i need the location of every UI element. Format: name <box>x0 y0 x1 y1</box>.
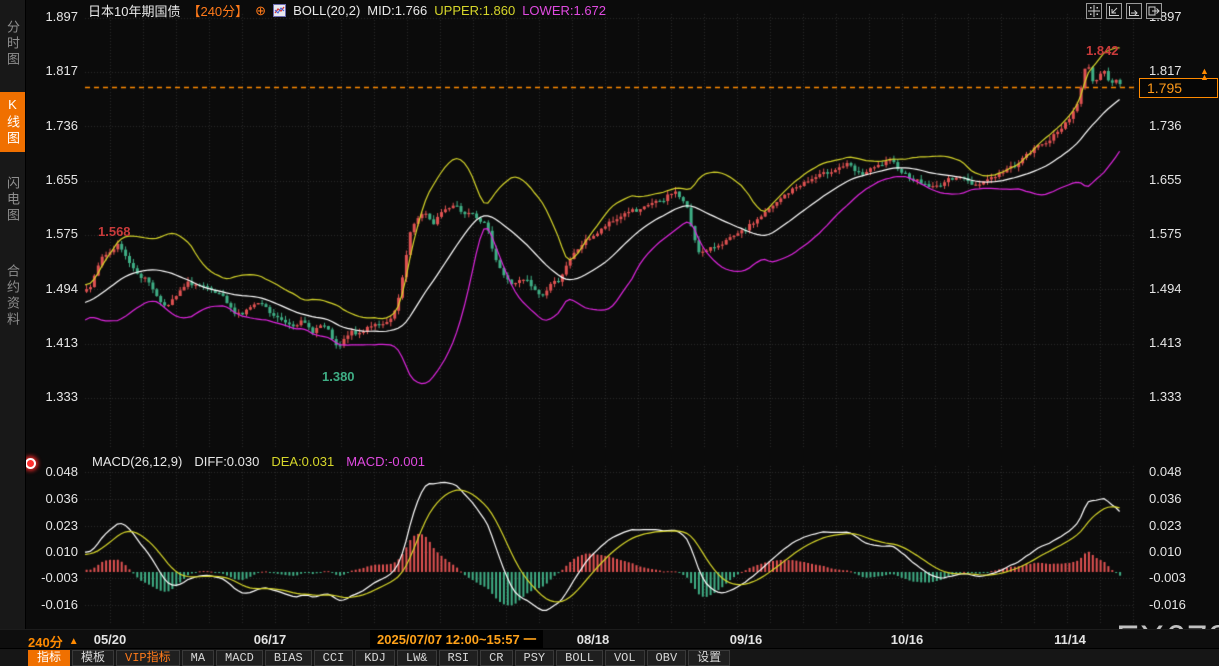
toolbar-button-settings[interactable]: 设置 <box>688 650 730 666</box>
price-tick-left: 1.736 <box>28 118 78 133</box>
date-tick: 09/16 <box>730 632 763 647</box>
toolbar-button-vip-indicators[interactable]: VIP指标 <box>116 650 180 666</box>
circle-plus-icon[interactable]: ⊕ <box>255 3 266 19</box>
date-tick: 11/14 <box>1054 632 1086 647</box>
scroll-to-latest-icon[interactable]: ▲▲ <box>1200 68 1209 80</box>
zoom-out-axis-icon[interactable] <box>1106 3 1122 19</box>
macd-tick-left: 0.023 <box>28 518 78 533</box>
zoom-in-axis-icon[interactable] <box>1126 3 1142 19</box>
toolbar-button-psy[interactable]: PSY <box>515 650 555 666</box>
annotation-low: 1.380 <box>322 369 355 384</box>
macd-tick-right: 0.023 <box>1149 518 1209 533</box>
date-tick: 05/20 <box>94 632 127 647</box>
toolbar-button-cci[interactable]: CCI <box>314 650 354 666</box>
toolbar-button-macd[interactable]: MACD <box>216 650 263 666</box>
boll-mid-value: MID:1.766 <box>367 3 427 18</box>
toolbar-button-lwr[interactable]: LW& <box>397 650 437 666</box>
macd-tick-right: -0.016 <box>1149 597 1209 612</box>
price-tick-left: 1.897 <box>28 9 78 24</box>
sidebar-tab-contract-info[interactable]: 合约资料 <box>0 246 25 346</box>
toolbar-button-vol[interactable]: VOL <box>605 650 645 666</box>
price-tick-right: 1.736 <box>1149 118 1209 133</box>
macd-tick-left: 0.048 <box>28 464 78 479</box>
macd-tick-left: -0.016 <box>28 597 78 612</box>
crosshair-date-readout: 2025/07/07 12:00~15:57 一 <box>370 630 543 649</box>
instrument-title: 日本10年期国债 <box>88 1 180 20</box>
toolbar-button-cr[interactable]: CR <box>480 650 512 666</box>
toolbar-button-bias[interactable]: BIAS <box>265 650 312 666</box>
chart-mode-sidebar: 分时图 K线图 闪电图 合约资料 <box>0 0 26 629</box>
price-tick-right: 1.575 <box>1149 226 1209 241</box>
price-tick-right: 1.333 <box>1149 389 1209 404</box>
macd-header: MACD(26,12,9) DIFF:0.030 DEA:0.031 MACD:… <box>92 454 425 469</box>
chart-tools <box>1086 3 1162 19</box>
macd-tick-left: -0.003 <box>28 570 78 585</box>
toolbar-button-boll[interactable]: BOLL <box>556 650 603 666</box>
macd-dea-value: DEA:0.031 <box>271 454 334 469</box>
macd-tick-left: 0.010 <box>28 544 78 559</box>
macd-hist-value: MACD:-0.001 <box>346 454 425 469</box>
macd-tick-right: -0.003 <box>1149 570 1209 585</box>
boll-upper-value: UPPER:1.860 <box>434 3 515 18</box>
toolbar-button-rsi[interactable]: RSI <box>439 650 479 666</box>
price-tick-right: 1.413 <box>1149 335 1209 350</box>
toolbar-button-kdj[interactable]: KDJ <box>355 650 395 666</box>
toolbar-button-templates[interactable]: 模板 <box>72 650 114 666</box>
macd-tick-right: 0.036 <box>1149 491 1209 506</box>
chart-title-bar: 日本10年期国债 【240分】 ⊕ BOLL(20,2) MID:1.766 U… <box>88 2 606 19</box>
date-tick: 08/18 <box>577 632 610 647</box>
sidebar-tab-timeshare[interactable]: 分时图 <box>0 6 25 82</box>
kline-chart-canvas[interactable] <box>0 0 1219 666</box>
annotation-late-high: 1.842 <box>1086 43 1119 58</box>
date-tick: 06/17 <box>254 632 287 647</box>
toolbar-button-indicators[interactable]: 指标 <box>28 650 70 666</box>
price-tick-left: 1.413 <box>28 335 78 350</box>
dropdown-up-icon: ▲ <box>69 636 79 647</box>
trading-terminal: 分时图 K线图 闪电图 合约资料 日本10年期国债 【240分】 ⊕ BOLL(… <box>0 0 1219 666</box>
price-tick-left: 1.817 <box>28 63 78 78</box>
indicator-toolbar: 指标 模板 VIP指标 MA MACD BIAS CCI KDJ LW& RSI… <box>0 648 1219 666</box>
macd-tick-left: 0.036 <box>28 491 78 506</box>
indicator-chart-icon <box>273 4 286 17</box>
price-tick-left: 1.333 <box>28 389 78 404</box>
date-axis-row: 240分 ▲ 05/20 06/17 2025/07/07 12:00~15:5… <box>0 629 1219 649</box>
pan-right-icon[interactable] <box>1146 3 1162 19</box>
sidebar-tab-kline[interactable]: K线图 <box>0 92 25 152</box>
price-tick-right: 1.494 <box>1149 281 1209 296</box>
toolbar-button-obv[interactable]: OBV <box>647 650 687 666</box>
macd-tick-right: 0.010 <box>1149 544 1209 559</box>
sidebar-tab-lightning[interactable]: 闪电图 <box>0 162 25 238</box>
price-tick-left: 1.655 <box>28 172 78 187</box>
price-tick-left: 1.494 <box>28 281 78 296</box>
annotation-early-high: 1.568 <box>98 224 131 239</box>
boll-lower-value: LOWER:1.672 <box>522 3 606 18</box>
crosshair-tool-icon[interactable] <box>1086 3 1102 19</box>
macd-tick-right: 0.048 <box>1149 464 1209 479</box>
macd-diff-value: DIFF:0.030 <box>194 454 259 469</box>
toolbar-button-ma[interactable]: MA <box>182 650 214 666</box>
boll-params: BOLL(20,2) <box>293 3 360 18</box>
period-badge: 【240分】 <box>187 1 248 20</box>
date-tick: 10/16 <box>891 632 924 647</box>
macd-formula: MACD(26,12,9) <box>92 454 182 469</box>
price-tick-right: 1.655 <box>1149 172 1209 187</box>
price-tick-left: 1.575 <box>28 226 78 241</box>
